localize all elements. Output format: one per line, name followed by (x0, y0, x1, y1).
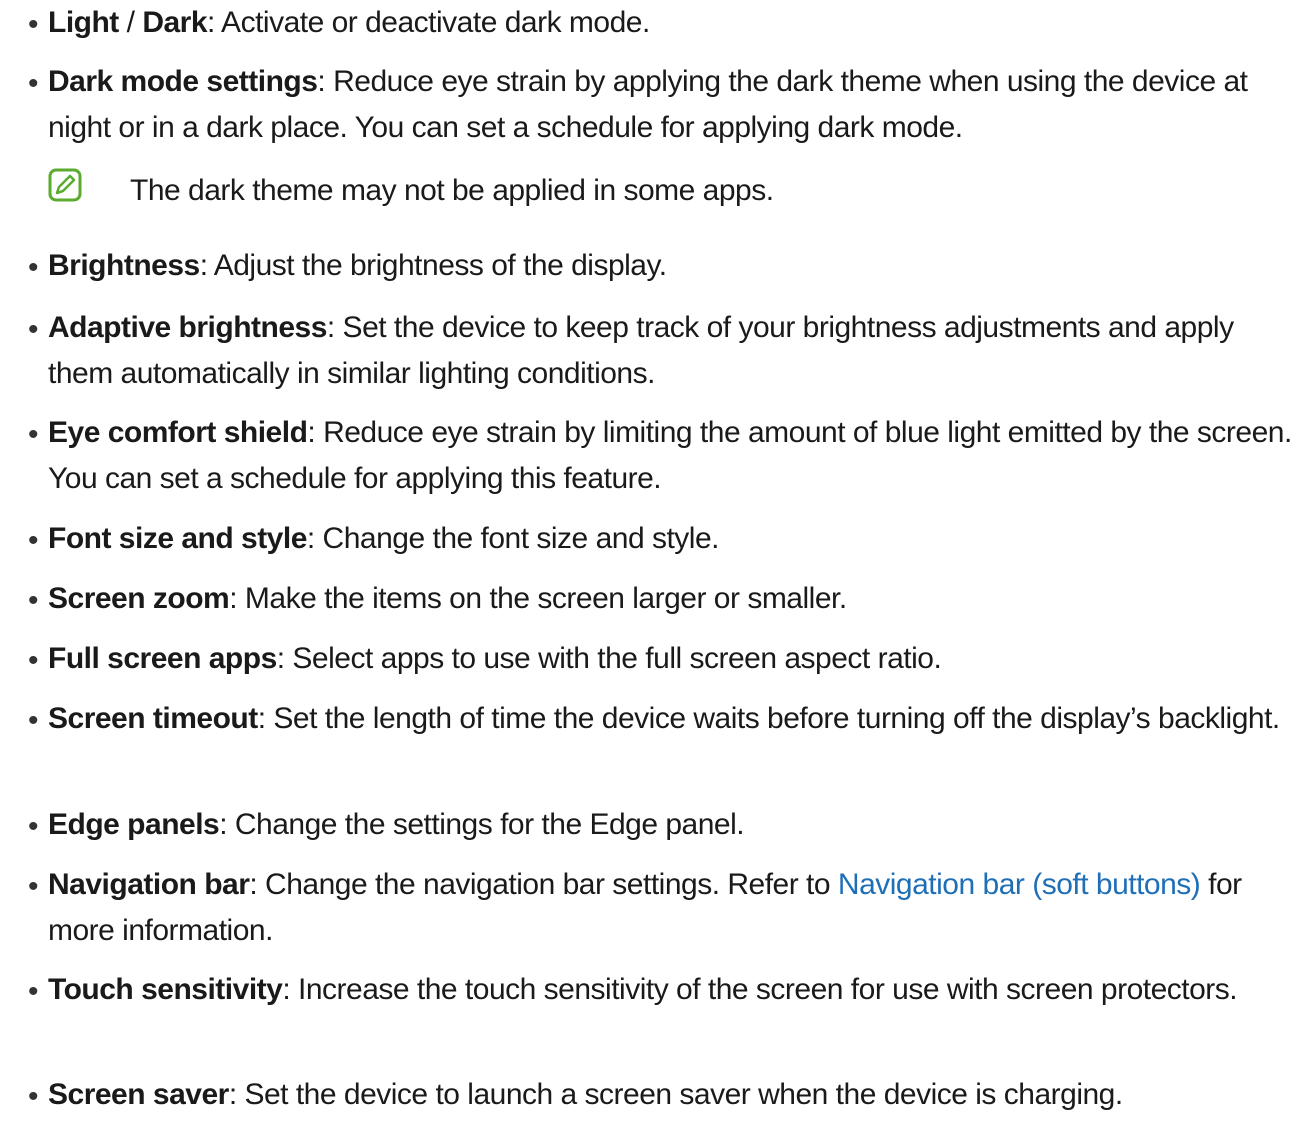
bullet: • (28, 810, 39, 843)
item-description: : Set the device to launch a screen save… (228, 1078, 1123, 1111)
bullet: • (28, 1080, 39, 1113)
bullet: • (28, 975, 39, 1008)
item-description: : Set the length of time the device wait… (257, 702, 1281, 735)
list-item-text: Adaptive brightness: Set the device to k… (48, 305, 1293, 397)
list-item-text: Dark mode settings: Reduce eye strain by… (48, 59, 1293, 151)
item-term: Screen zoom (48, 582, 230, 615)
bullet: • (28, 251, 39, 284)
item-term: Brightness (48, 249, 200, 282)
item-description: : Activate or deactivate dark mode. (207, 6, 650, 39)
item-term: Touch sensitivity (48, 973, 283, 1006)
bullet: • (28, 67, 39, 100)
bullet: • (28, 704, 39, 737)
item-term: Dark mode settings (48, 65, 318, 98)
item-description: : Adjust the brightness of the display. (199, 249, 667, 282)
list-item-text: Screen saver: Set the device to launch a… (48, 1072, 1293, 1118)
list-item-text: Light / Dark: Activate or deactivate dar… (48, 0, 1293, 46)
list-item-text: Screen zoom: Make the items on the scree… (48, 576, 1293, 622)
item-description: : Change the navigation bar settings. Re… (249, 868, 838, 901)
document-page: • Light / Dark: Activate or deactivate d… (0, 0, 1302, 1118)
item-term: Font size and style (48, 522, 307, 555)
item-term: Screen saver (48, 1078, 229, 1111)
navigation-bar-link[interactable]: Navigation bar (soft buttons) (838, 868, 1201, 901)
list-item-text: Brightness: Adjust the brightness of the… (48, 243, 1293, 289)
item-term: Adaptive brightness (48, 311, 327, 344)
item-description: : Change the settings for the Edge panel… (219, 808, 745, 841)
item-description: : Select apps to use with the full scree… (276, 642, 942, 675)
term-separator: / (118, 6, 143, 39)
list-item-text: Full screen apps: Select apps to use wit… (48, 636, 1293, 682)
bullet: • (28, 8, 39, 41)
term-light: Light (48, 6, 119, 39)
bullet: • (28, 870, 39, 903)
item-term: Eye comfort shield (48, 416, 308, 449)
list-item-text: Navigation bar: Change the navigation ba… (48, 862, 1293, 954)
item-term: Full screen apps (48, 642, 277, 675)
bullet: • (28, 584, 39, 617)
item-term: Edge panels (48, 808, 220, 841)
bullet: • (28, 644, 39, 677)
list-item-text: Screen timeout: Set the length of time t… (48, 696, 1293, 742)
item-description: : Change the font size and style. (306, 522, 720, 555)
list-item-text: Font size and style: Change the font siz… (48, 516, 1293, 562)
bullet: • (28, 524, 39, 557)
note-text: The dark theme may not be applied in som… (130, 174, 774, 207)
note-box: The dark theme may not be applied in som… (48, 168, 1248, 216)
list-item-text: Eye comfort shield: Reduce eye strain by… (48, 410, 1293, 502)
term-dark: Dark (142, 6, 208, 39)
item-description: : Make the items on the screen larger or… (229, 582, 847, 615)
item-description: : Increase the touch sensitivity of the … (282, 973, 1238, 1006)
bullet: • (28, 313, 39, 346)
list-item-text: Edge panels: Change the settings for the… (48, 802, 1293, 848)
item-term: Navigation bar (48, 868, 250, 901)
item-term: Screen timeout (48, 702, 258, 735)
list-item-text: Touch sensitivity: Increase the touch se… (48, 967, 1293, 1013)
note-pencil-icon (48, 168, 82, 202)
bullet: • (28, 418, 39, 451)
